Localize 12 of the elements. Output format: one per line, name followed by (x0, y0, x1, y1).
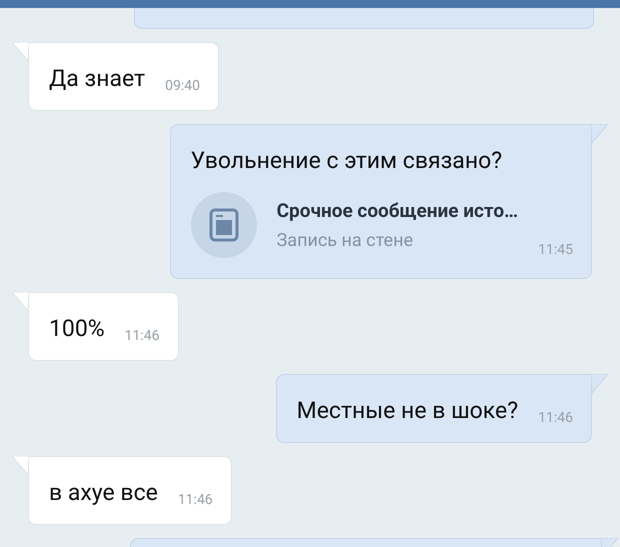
message-time: 09:40 (165, 78, 200, 94)
attachment-subtitle: Запись на стене (276, 230, 414, 251)
message-text: Да знает (49, 65, 146, 92)
message-time: 11:45 (538, 242, 573, 258)
message-text: в ахуе все (49, 479, 158, 506)
attachment-title[interactable]: Срочное сообщение исто… (276, 199, 518, 222)
message-time: 11:46 (178, 492, 213, 508)
message-text: Увольнение с этим связано? (190, 147, 504, 174)
message-text: Местные не в шоке? (296, 397, 518, 424)
message-time: 11:46 (538, 410, 573, 426)
message-text: 100% (49, 315, 105, 342)
message-time: 11:46 (124, 328, 160, 344)
